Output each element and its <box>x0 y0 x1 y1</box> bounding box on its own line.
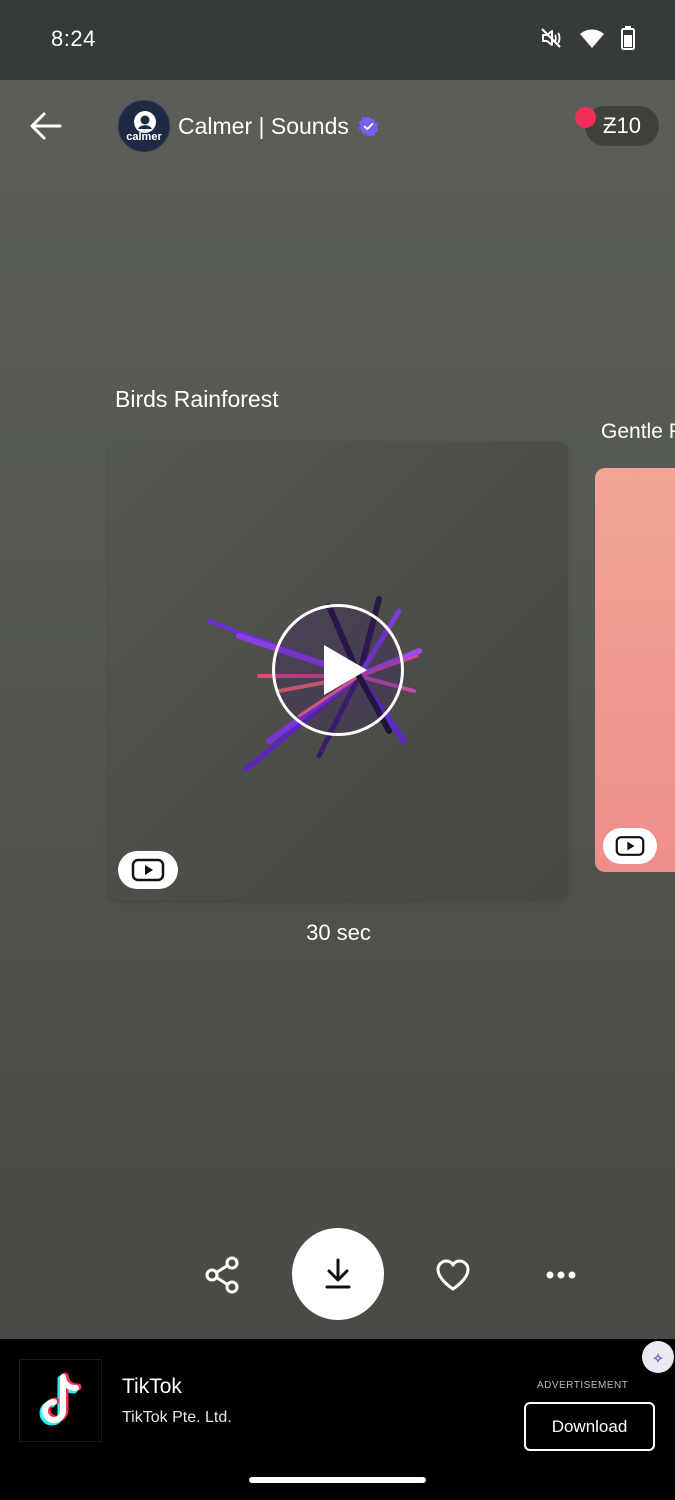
mute-icon <box>541 28 561 48</box>
tiktok-logo-icon <box>19 1359 102 1442</box>
wifi-icon <box>580 29 604 48</box>
video-icon <box>615 836 645 856</box>
more-button[interactable] <box>539 1253 583 1297</box>
action-bar <box>0 1226 675 1320</box>
track-title: Birds Rainforest <box>115 386 279 412</box>
ad-banner[interactable]: ⟡ TikTok TikTok Pte. Ltd. ADVERTISEMENT … <box>0 1339 675 1500</box>
next-youtube-badge[interactable] <box>603 828 657 864</box>
coins-button[interactable]: Ƶ10 <box>585 106 659 146</box>
ad-download-label: Download <box>551 1416 628 1436</box>
video-icon <box>131 858 165 882</box>
youtube-badge[interactable] <box>118 851 178 889</box>
play-button[interactable] <box>272 604 404 736</box>
adchoices-glyph: ⟡ <box>653 1348 663 1365</box>
avatar-text: calmer <box>126 131 162 143</box>
adchoices-icon[interactable]: ⟡ <box>642 1341 674 1373</box>
top-bar: calmer Calmer | Sounds Ƶ10 <box>0 80 675 172</box>
back-button[interactable] <box>26 106 66 146</box>
more-icon <box>546 1271 576 1279</box>
next-track-card[interactable] <box>595 468 675 872</box>
status-icons <box>539 26 635 50</box>
play-icon <box>324 645 367 695</box>
ad-label: ADVERTISEMENT <box>537 1380 629 1391</box>
share-icon <box>205 1256 239 1294</box>
track-duration: 30 sec <box>306 920 371 945</box>
like-button[interactable] <box>431 1253 475 1297</box>
ad-title: TikTok <box>122 1375 182 1398</box>
next-track-title: Gentle F <box>601 420 675 443</box>
channel-name[interactable]: Calmer | Sounds <box>178 113 349 140</box>
coins-label: Ƶ10 <box>603 113 641 138</box>
arrow-left-icon <box>30 112 62 140</box>
battery-icon <box>621 26 635 50</box>
calmer-logo-icon <box>134 111 156 133</box>
home-indicator[interactable] <box>249 1477 426 1483</box>
ad-subtitle: TikTok Pte. Ltd. <box>122 1409 232 1426</box>
download-icon <box>325 1258 351 1289</box>
download-button[interactable] <box>292 1228 384 1320</box>
channel-avatar[interactable]: calmer <box>118 100 170 152</box>
track-card[interactable] <box>109 441 568 900</box>
share-button[interactable] <box>200 1253 244 1297</box>
heart-icon <box>436 1259 470 1291</box>
status-bar: 8:24 <box>0 0 675 80</box>
notification-dot <box>575 107 596 128</box>
verified-badge-icon <box>358 116 379 137</box>
ad-download-button[interactable]: Download <box>524 1402 655 1451</box>
status-time: 8:24 <box>51 26 96 51</box>
